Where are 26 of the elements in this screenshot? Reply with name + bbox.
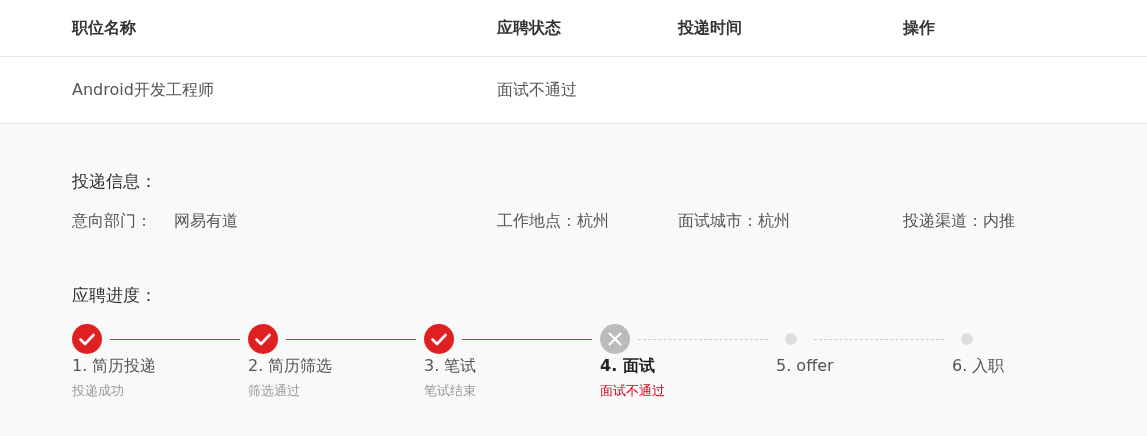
table-cell: 面试不通过 [497,80,577,99]
step-label: 5. offer [776,356,834,375]
step-label: 4. 面试 [600,356,655,375]
field-label: 意向部门： [72,209,153,232]
column-header: 应聘状态 [497,18,561,37]
step-label: 3. 笔试 [424,356,477,375]
field-value: 杭州 [577,210,609,230]
step-label: 6. 入职 [952,356,1005,375]
field-value: 网易有道 [174,210,238,230]
column-header: 投递时间 [678,18,742,37]
column-header: 操作 [903,18,935,37]
step-label: 1. 简历投递 [72,356,157,375]
step-status: 笔试结束 [424,383,476,398]
field-label: 面试城市： [678,210,758,230]
field-value: 内推 [983,210,1015,230]
section-title: 投递信息： [72,171,157,191]
step-label: 2. 简历筛选 [248,356,333,375]
step-status: 筛选通过 [248,383,300,398]
field-label: 投递渠道： [903,210,983,230]
section-title: 应聘进度： [72,284,157,305]
column-header: 职位名称 [72,18,136,37]
table-cell: Android开发工程师 [72,80,214,99]
field-value: 杭州 [758,210,790,230]
step-status: 投递成功 [72,383,124,398]
step-status: 面试不通过 [600,383,665,398]
field-label: 工作地点： [497,210,577,230]
